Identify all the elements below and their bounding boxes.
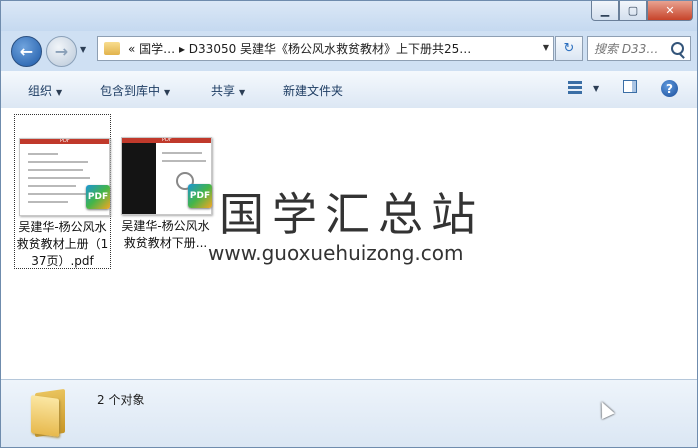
item-count: 2 个对象: [97, 393, 145, 407]
forward-button[interactable]: →: [46, 36, 77, 67]
title-bar[interactable]: ▁ ▢ ✕: [1, 1, 697, 31]
pdf-icon: PDF: [188, 184, 212, 208]
file-item[interactable]: PDF PDF 吴建华-杨公风水救贫教材下册...: [117, 114, 214, 269]
back-button[interactable]: ←: [11, 36, 42, 67]
new-folder-button[interactable]: 新建文件夹: [283, 82, 343, 99]
share-menu[interactable]: 共享 ▼: [211, 82, 245, 99]
refresh-button[interactable]: ↻: [555, 36, 583, 61]
folder-icon: [29, 387, 69, 438]
window-controls: ▁ ▢ ✕: [591, 1, 693, 21]
maximize-button[interactable]: ▢: [619, 1, 647, 21]
search-input[interactable]: [594, 40, 666, 57]
file-list-area[interactable]: PDF PDF 吴建华-杨公风水救贫教材上册（137页）.pdf PDF PDF: [1, 108, 697, 379]
chevron-down-icon: ▼: [56, 88, 63, 97]
include-in-library-label: 包含到库中: [100, 84, 161, 98]
recent-pages-dropdown[interactable]: ▼: [80, 45, 86, 54]
organize-menu[interactable]: 组织 ▼: [28, 82, 62, 99]
include-in-library-menu[interactable]: 包含到库中 ▼: [100, 82, 170, 99]
view-options-dropdown[interactable]: ▼: [593, 84, 599, 93]
address-path[interactable]: « 国学… ▸ D33050 吴建华《杨公风水救贫教材》上下册共25…: [128, 40, 471, 57]
share-label: 共享: [211, 84, 236, 98]
refresh-icon: ↻: [563, 41, 575, 56]
navigation-bar: ← → ▼ « 国学… ▸ D33050 吴建华《杨公风水救贫教材》上下册共25…: [1, 31, 697, 71]
thumbnail-dark-panel: [122, 143, 156, 214]
command-bar: 组织 ▼ 包含到库中 ▼ 共享 ▼ 新建文件夹 ▼ ?: [1, 71, 697, 109]
help-icon[interactable]: ?: [661, 80, 678, 97]
thumbnail-header-text: PDF: [60, 138, 70, 144]
watermark-url: www.guoxuehuizong.com: [208, 241, 464, 265]
file-item[interactable]: PDF PDF 吴建华-杨公风水救贫教材上册（137页）.pdf: [14, 114, 111, 269]
mouse-cursor-icon: [595, 398, 615, 420]
thumbnail-header-text: PDF: [162, 137, 172, 143]
search-box[interactable]: [587, 36, 691, 61]
address-dropdown-icon[interactable]: ▼: [543, 43, 549, 52]
minimize-button[interactable]: ▁: [591, 1, 619, 21]
view-options-icon[interactable]: [568, 80, 584, 96]
watermark-title: 国学汇总站: [219, 188, 485, 241]
close-button[interactable]: ✕: [647, 1, 693, 21]
explorer-window: ▁ ▢ ✕ ← → ▼ « 国学… ▸ D33050 吴建华《杨公风水救贫教材》…: [0, 0, 698, 448]
folder-icon: [104, 42, 120, 55]
organize-label: 组织: [28, 84, 53, 98]
chevron-down-icon: ▼: [239, 88, 246, 97]
new-folder-label: 新建文件夹: [283, 84, 344, 98]
preview-pane-icon[interactable]: [623, 80, 637, 93]
search-icon[interactable]: [671, 42, 684, 55]
chevron-down-icon: ▼: [164, 88, 171, 97]
details-pane: 2 个对象: [1, 379, 697, 447]
file-name[interactable]: 吴建华-杨公风水救贫教材下册...: [117, 218, 214, 252]
file-name[interactable]: 吴建华-杨公风水救贫教材上册（137页）.pdf: [15, 219, 110, 270]
address-bar[interactable]: « 国学… ▸ D33050 吴建华《杨公风水救贫教材》上下册共25… ▼: [97, 36, 554, 61]
pdf-icon: PDF: [86, 185, 110, 209]
thumbnail-header: PDF: [20, 139, 109, 144]
